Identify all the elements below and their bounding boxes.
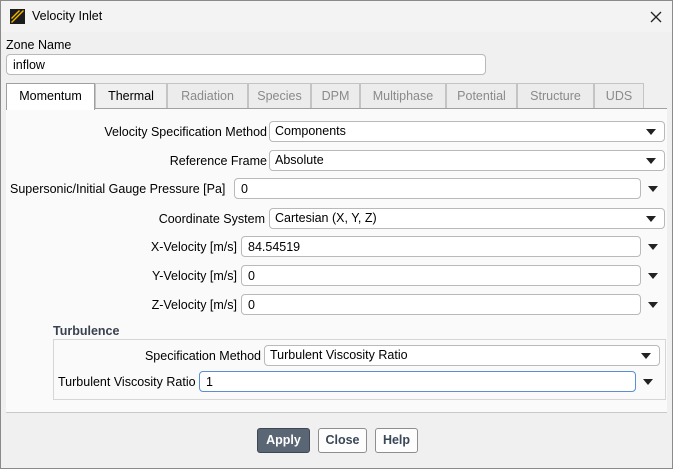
x-velocity-options-icon[interactable] (648, 244, 658, 250)
chevron-down-icon (646, 129, 656, 135)
velocity-spec-value: Components (275, 124, 346, 138)
chevron-down-icon (641, 353, 651, 359)
x-velocity-input[interactable] (241, 236, 641, 257)
tab-dpm[interactable]: DPM (311, 83, 360, 108)
velocity-spec-label: Velocity Specification Method (104, 125, 267, 139)
z-velocity-input[interactable] (241, 294, 641, 315)
y-velocity-input[interactable] (241, 265, 641, 286)
reference-frame-dropdown[interactable]: Absolute (269, 150, 665, 171)
apply-button[interactable]: Apply (257, 428, 310, 453)
coordinate-system-value: Cartesian (X, Y, Z) (275, 211, 377, 225)
turbulence-spec-method-dropdown[interactable]: Turbulent Viscosity Ratio (264, 345, 660, 366)
coordinate-system-dropdown[interactable]: Cartesian (X, Y, Z) (269, 208, 665, 229)
close-button[interactable]: Close (318, 428, 367, 453)
viscosity-ratio-label: Turbulent Viscosity Ratio (58, 375, 196, 389)
gauge-pressure-input[interactable] (234, 178, 641, 199)
x-velocity-label: X-Velocity [m/s] (150, 240, 237, 254)
y-velocity-label: Y-Velocity [m/s] (152, 269, 237, 283)
reference-frame-value: Absolute (275, 153, 324, 167)
tab-species[interactable]: Species (248, 83, 311, 108)
tab-momentum[interactable]: Momentum (6, 83, 95, 110)
tab-radiation[interactable]: Radiation (167, 83, 248, 108)
reference-frame-label: Reference Frame (169, 154, 267, 168)
close-icon[interactable] (646, 7, 666, 27)
gauge-pressure-options-icon[interactable] (648, 186, 658, 192)
z-velocity-options-icon[interactable] (648, 302, 658, 308)
chevron-down-icon (646, 216, 656, 222)
coordinate-system-label: Coordinate System (158, 212, 265, 226)
z-velocity-label: Z-Velocity [m/s] (151, 298, 237, 312)
turbulence-spec-method-label: Specification Method (144, 349, 261, 363)
turbulence-heading: Turbulence (53, 324, 120, 338)
zone-name-label: Zone Name (6, 38, 72, 52)
viscosity-ratio-options-icon[interactable] (643, 379, 653, 385)
help-button[interactable]: Help (375, 428, 418, 453)
turbulence-spec-method-value: Turbulent Viscosity Ratio (270, 348, 408, 362)
tab-multiphase[interactable]: Multiphase (360, 83, 446, 108)
tab-potential[interactable]: Potential (446, 83, 517, 108)
velocity-spec-dropdown[interactable]: Components (269, 121, 665, 142)
velocity-inlet-dialog: Velocity Inlet Zone Name Momentum Therma… (0, 0, 673, 469)
tab-thermal[interactable]: Thermal (95, 83, 167, 108)
tab-structure[interactable]: Structure (517, 83, 594, 108)
window-title: Velocity Inlet (32, 9, 103, 23)
tab-uds[interactable]: UDS (594, 83, 644, 108)
divider (6, 412, 667, 413)
chevron-down-icon (646, 158, 656, 164)
title-bar: Velocity Inlet (1, 1, 672, 32)
zone-name-input[interactable] (6, 54, 486, 75)
viscosity-ratio-input[interactable] (199, 371, 636, 392)
fluent-app-icon (10, 9, 25, 24)
gauge-pressure-label: Supersonic/Initial Gauge Pressure [Pa] (10, 182, 226, 196)
y-velocity-options-icon[interactable] (648, 273, 658, 279)
